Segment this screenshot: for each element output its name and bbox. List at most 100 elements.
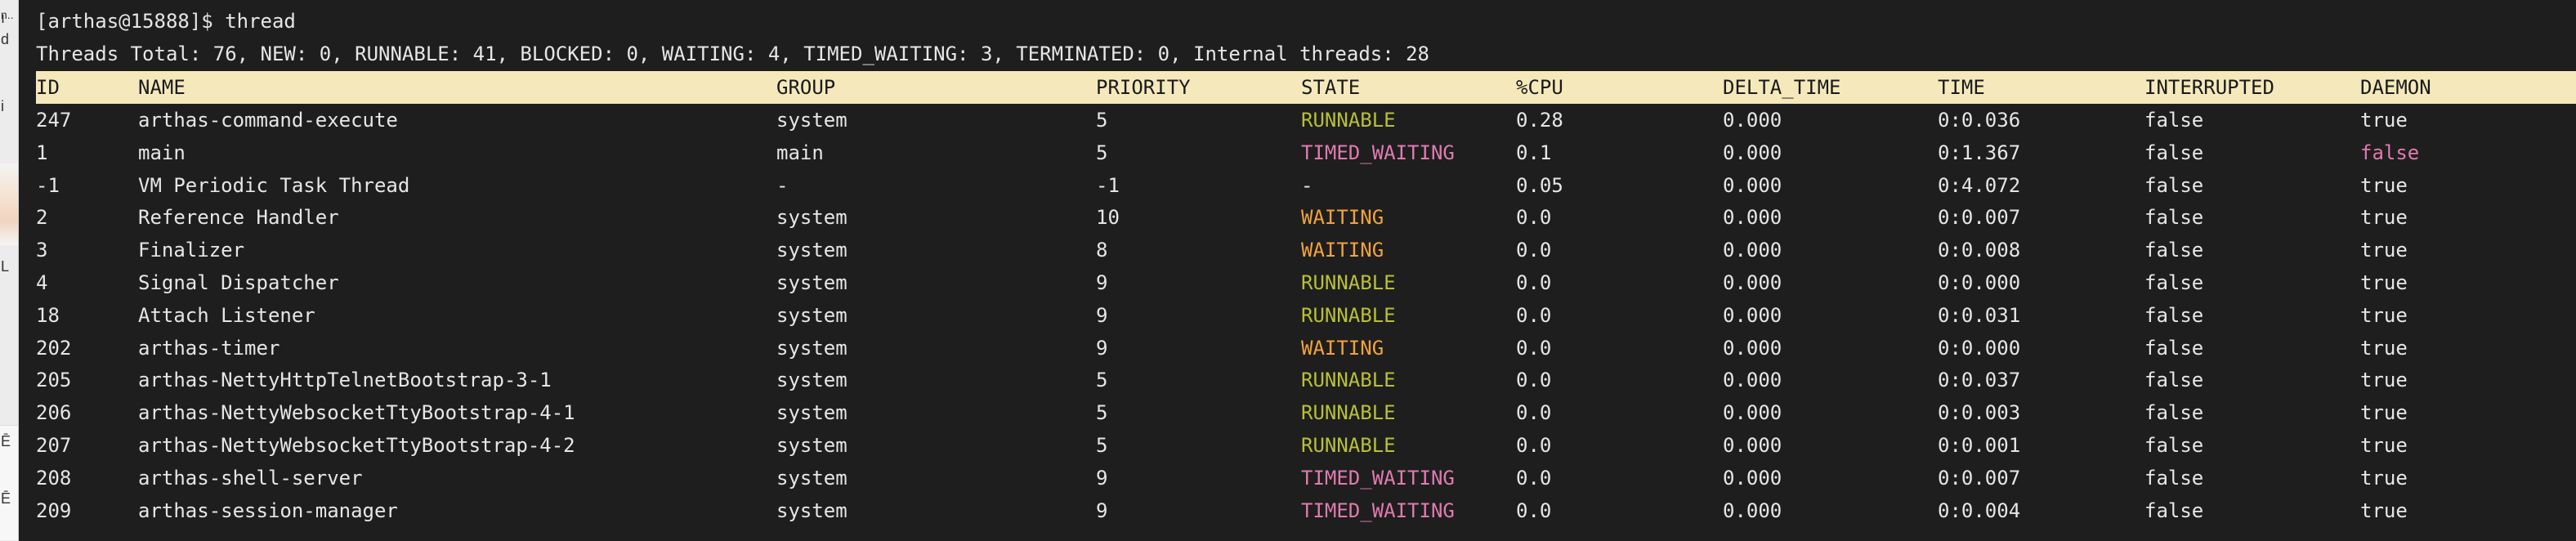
cell-priority: -1 (1096, 173, 1120, 197)
cell-priority: 8 (1096, 239, 1108, 262)
cell-state: TIMED_WAITING (1301, 141, 1455, 164)
cell-name: Finalizer (138, 239, 245, 262)
cell-interrupted: false (2144, 336, 2204, 360)
cell-priority: 5 (1096, 141, 1108, 164)
cell-interrupted: false (2144, 401, 2204, 425)
cell-group: system (776, 466, 847, 490)
cell-interrupted: false (2144, 271, 2204, 294)
edge-text-fragment: n.. (1, 8, 14, 21)
cell-name: arthas-session-manager (138, 499, 398, 522)
cell-time: 0:0.001 (1938, 434, 2021, 457)
table-row: 4 Signal Dispatcher system 9 RUNNABLE 0.0 0.00… (36, 266, 2576, 299)
cell-cpu: 0.05 (1516, 173, 1563, 197)
cell-time: 0:1.367 (1938, 141, 2021, 164)
cell-time: 0:0.036 (1938, 109, 2021, 132)
edge-text-fragment: L (1, 258, 10, 275)
cell-state: RUNNABLE (1301, 303, 1396, 327)
cell-priority: 9 (1096, 466, 1108, 490)
header-delta-time: DELTA_TIME (1723, 76, 1841, 99)
cell-group: system (776, 499, 847, 522)
cell-priority: 9 (1096, 499, 1108, 522)
cell-daemon: true (2360, 109, 2408, 132)
edge-graph-fragment (0, 163, 18, 245)
cell-cpu: 0.0 (1516, 271, 1552, 294)
table-row: 2 Reference Handler system 10 WAITING 0.0 0.00… (36, 201, 2576, 234)
cell-delta-time: 0.000 (1723, 499, 1782, 522)
cell-id: -1 (36, 173, 60, 197)
cell-daemon: false (2360, 141, 2420, 164)
cell-group: system (776, 303, 847, 327)
cell-cpu: 0.0 (1516, 206, 1552, 230)
table-row: 209 arthas-session-manager system 9 TIMED_WA… (36, 494, 2576, 527)
cell-name: main (138, 141, 186, 164)
table-row: 247 arthas-command-execute system 5 RUNNABLE… (36, 104, 2576, 136)
header-id: ID (36, 76, 60, 99)
cell-delta-time: 0.000 (1723, 173, 1782, 197)
cell-id: 209 (36, 499, 72, 522)
edge-text-fragment: Ē (1, 490, 11, 507)
command-prompt: [arthas@15888]$ thread (36, 10, 296, 33)
header-interrupted: INTERRUPTED (2144, 76, 2274, 99)
cell-group: system (776, 434, 847, 457)
cell-name: Attach Listener (138, 303, 315, 327)
cell-priority: 5 (1096, 434, 1108, 457)
cell-daemon: true (2360, 271, 2408, 294)
cell-interrupted: false (2144, 239, 2204, 262)
table-row: 208 arthas-shell-server system 9 TIMED_WAITI… (36, 462, 2576, 494)
cell-delta-time: 0.000 (1723, 466, 1782, 490)
cell-name: VM Periodic Task Thread (138, 173, 410, 197)
cell-group: system (776, 336, 847, 360)
cell-interrupted: false (2144, 109, 2204, 132)
cell-name: arthas-NettyHttpTelnetBootstrap-3-1 (138, 369, 552, 392)
cell-group: system (776, 401, 847, 425)
cell-state: WAITING (1301, 206, 1384, 230)
table-row: 1 main main 5 TIMED_WAITING 0.1 0.000 0:1.367 fa… (36, 136, 2576, 169)
cell-delta-time: 0.000 (1723, 303, 1782, 327)
table-row: 207 arthas-NettyWebsocketTtyBootstrap-4-2… (36, 429, 2576, 462)
cell-delta-time: 0.000 (1723, 141, 1782, 164)
cell-name: arthas-NettyWebsocketTtyBootstrap-4-2 (138, 434, 575, 457)
cell-daemon: true (2360, 239, 2408, 262)
cell-time: 0:0.004 (1938, 499, 2021, 522)
terminal-window: ı n.. d i L Ē Ē [arthas@15888]$ thread T… (0, 0, 2576, 541)
cell-priority: 5 (1096, 109, 1108, 132)
cell-time: 0:0.008 (1938, 239, 2021, 262)
cell-name: arthas-NettyWebsocketTtyBootstrap-4-1 (138, 401, 575, 425)
cell-id: 18 (36, 303, 60, 327)
cell-interrupted: false (2144, 369, 2204, 392)
cell-id: 2 (36, 206, 48, 230)
cell-cpu: 0.0 (1516, 303, 1552, 327)
table-row: 205 arthas-NettyHttpTelnetBootstrap-3-1 sy… (36, 364, 2576, 396)
cell-id: 207 (36, 434, 72, 457)
cell-priority: 5 (1096, 369, 1108, 392)
cell-time: 0:0.007 (1938, 206, 2021, 230)
cell-delta-time: 0.000 (1723, 401, 1782, 425)
cell-daemon: true (2360, 303, 2408, 327)
cell-id: 202 (36, 336, 72, 360)
cell-daemon: true (2360, 173, 2408, 197)
cell-priority: 9 (1096, 271, 1108, 294)
cell-cpu: 0.28 (1516, 109, 1563, 132)
cell-state: RUNNABLE (1301, 434, 1396, 457)
cell-name: arthas-shell-server (138, 466, 363, 490)
cell-priority: 10 (1096, 206, 1120, 230)
edge-text-fragment: d (1, 31, 10, 47)
cell-daemon: true (2360, 336, 2408, 360)
header-daemon: DAEMON (2360, 76, 2431, 99)
cell-interrupted: false (2144, 434, 2204, 457)
cell-state: RUNNABLE (1301, 271, 1396, 294)
header-priority: PRIORITY (1096, 76, 1191, 99)
cell-priority: 9 (1096, 303, 1108, 327)
cell-cpu: 0.0 (1516, 499, 1552, 522)
cell-cpu: 0.0 (1516, 369, 1552, 392)
cell-time: 0:0.000 (1938, 271, 2021, 294)
edge-text-fragment: Ē (1, 433, 11, 449)
cell-daemon: true (2360, 401, 2408, 425)
table-row: 3 Finalizer system 8 WAITING 0.0 0.000 0:0.008 f… (36, 234, 2576, 266)
cell-id: 247 (36, 109, 72, 132)
cell-group: system (776, 369, 847, 392)
cell-interrupted: false (2144, 173, 2204, 197)
table-row: 18 Attach Listener system 9 RUNNABLE 0.0 0.000… (36, 299, 2576, 332)
terminal-output[interactable]: [arthas@15888]$ thread Threads Total: 76… (20, 0, 2576, 541)
cell-interrupted: false (2144, 206, 2204, 230)
